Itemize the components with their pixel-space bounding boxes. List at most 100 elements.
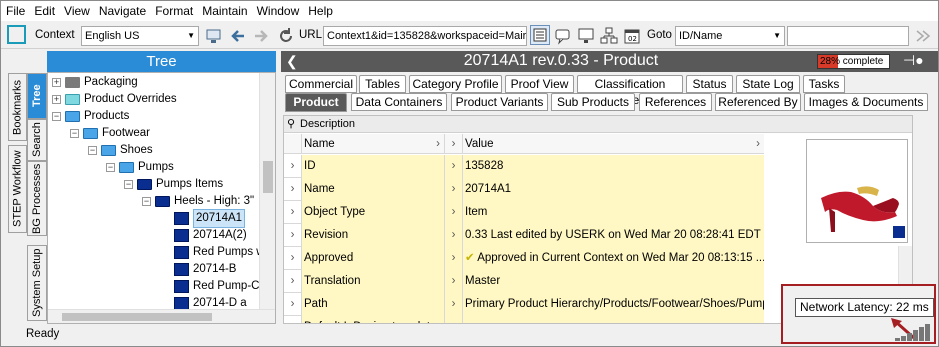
grid-cell-value[interactable]: 20714A1 [463,178,764,201]
grid-row[interactable]: › Approved › ✔ Approved in Current Context … [284,247,764,270]
tab-state-log[interactable]: State Log [736,75,800,93]
menu-format[interactable]: Format [150,1,197,21]
chevron-right-icon[interactable]: › [284,270,302,293]
grid-row[interactable]: › Object Type › Item [284,201,764,224]
expand-icon[interactable]: + [52,95,61,104]
tab-product[interactable]: Product [285,93,347,112]
tree-node-pumps-items[interactable]: − Pumps Items [124,176,223,193]
grid-cell-value[interactable] [463,316,764,323]
tab-bg-processes[interactable]: BG Processes [27,161,47,236]
menu-help[interactable]: Help [303,1,337,21]
tree-node-heels-high[interactable]: − Heels - High: 3" [142,193,254,210]
tab-data-containers[interactable]: Data Containers [351,93,447,111]
col-header-name[interactable]: Name › [302,134,445,154]
back-arrow-icon[interactable] [228,26,248,46]
tree-node-20714a2[interactable]: 20714A(2) [174,227,247,244]
tree-scrollbar[interactable] [259,73,275,309]
tab-step-workflow[interactable]: STEP Workflow [8,145,27,233]
tree-node-pumps[interactable]: − Pumps [106,159,174,176]
chevron-right-icon[interactable]: › [445,201,463,224]
collapse-icon[interactable]: − [106,163,115,172]
grid-row[interactable]: › Translation › Master [284,270,764,293]
tab-commercial[interactable]: Commercial [285,75,357,93]
chevron-right-icon[interactable]: › [284,155,302,178]
refresh-icon[interactable] [276,26,296,46]
tab-references[interactable]: References [639,93,712,111]
url-input[interactable]: Context1&id=135828&workspaceid=Mair [323,26,527,46]
grid-cell-value[interactable]: 135828 [463,155,764,178]
context-select[interactable]: English US ▼ [81,26,199,46]
col-header-value[interactable]: Value › [463,134,764,154]
tab-sub-products[interactable]: Sub Products [551,93,635,111]
collapse-icon[interactable]: − [142,197,151,206]
tab-status[interactable]: Status [686,75,733,93]
tree-node-shoes[interactable]: − Shoes [88,142,153,159]
grid-row[interactable]: › Name › 20714A1 [284,178,764,201]
menu-view[interactable]: View [59,1,94,21]
grid-row[interactable]: › ID › 135828 [284,155,764,178]
menu-edit[interactable]: Edit [29,1,59,21]
expand-icon[interactable]: + [52,78,61,87]
tab-tasks[interactable]: Tasks [803,75,845,93]
chevron-right-icon[interactable]: › [445,224,463,247]
grid-cell-value[interactable]: Primary Product Hierarchy/Products/Footw… [463,293,764,316]
product-image[interactable] [806,139,908,243]
tab-referenced-by[interactable]: Referenced By [715,93,801,111]
chevron-right-icon[interactable]: › [284,247,302,270]
tab-classification-rules[interactable]: Classification Rules [577,75,683,107]
collapse-icon[interactable]: − [88,146,97,155]
chevron-right-icon[interactable]: › [445,293,463,316]
goto-go-icon[interactable] [913,26,933,46]
pin-icon[interactable]: ⚲ [287,117,295,130]
chevron-right-icon[interactable]: › [445,178,463,201]
pin-icon[interactable]: ⊣● [903,52,924,69]
tab-bookmarks[interactable]: Bookmarks [8,73,27,141]
chevron-right-icon[interactable]: › [284,178,302,201]
chevron-right-icon[interactable]: › [284,224,302,247]
tab-tree[interactable]: Tree [27,73,47,119]
tree-node-products[interactable]: − Products [52,108,129,125]
tree-hscroll-thumb[interactable] [62,313,212,321]
goto-input[interactable] [787,26,909,46]
grid-row[interactable]: › Revision › 0.33 Last edited by USERK on W… [284,224,764,247]
tree-node-20714a1[interactable]: 20714A1 [174,209,246,228]
tab-images-documents[interactable]: Images & Documents [804,93,928,111]
tab-proof-view[interactable]: Proof View [505,75,574,93]
grid-row[interactable]: ›Default InDesign template› [284,316,764,323]
grid-cell-value[interactable]: ✔ Approved in Current Context on Wed Mar… [463,247,764,270]
chevron-right-icon[interactable]: › [284,201,302,224]
grid-row[interactable]: › Path › Primary Product Hierarchy/Products… [284,293,764,316]
tree-node-20714-b[interactable]: 20714-B [174,261,236,278]
calendar-icon[interactable]: 02 [622,26,642,46]
tree-node-packaging[interactable]: + Packaging [52,74,138,91]
chevron-right-icon[interactable]: › [445,155,463,178]
menu-file[interactable]: File [1,1,29,21]
grid-cell-value[interactable]: 0.33 Last edited by USERK on Wed Mar 20 … [463,224,764,247]
chevron-right-icon[interactable]: › [445,316,463,323]
tree-node-red-pumps[interactable]: Red Pumps w [174,244,265,261]
chevron-right-icon[interactable]: › [284,293,302,316]
forward-arrow-icon[interactable] [251,26,271,46]
chevron-right-icon[interactable]: › [445,270,463,293]
list-view-icon[interactable] [530,25,550,45]
network-icon[interactable] [599,26,619,46]
tab-tables[interactable]: Tables [359,75,406,93]
collapse-icon[interactable]: − [52,112,61,121]
workspace-icon[interactable] [204,26,224,46]
grid-cell-value[interactable]: Master [463,270,764,293]
comment-icon[interactable] [553,26,573,46]
menu-maintain[interactable]: Maintain [197,1,251,21]
tree-node-red-pump-c[interactable]: Red Pump-C [174,278,259,295]
collapse-icon[interactable]: − [124,180,133,189]
chevron-right-icon[interactable]: › [284,316,302,323]
tree-scroll-thumb[interactable] [263,161,273,193]
tree-node-footwear[interactable]: − Footwear [70,125,150,142]
menu-navigate[interactable]: Navigate [94,1,150,21]
signal-strength-icon[interactable] [895,324,933,342]
description-header[interactable]: ⚲ Description [284,116,912,133]
monitor-icon[interactable] [576,26,596,46]
tree-hscrollbar[interactable] [48,309,275,323]
tab-product-variants[interactable]: Product Variants [451,93,548,111]
collapse-icon[interactable]: − [70,129,79,138]
tab-search[interactable]: Search [27,119,47,161]
